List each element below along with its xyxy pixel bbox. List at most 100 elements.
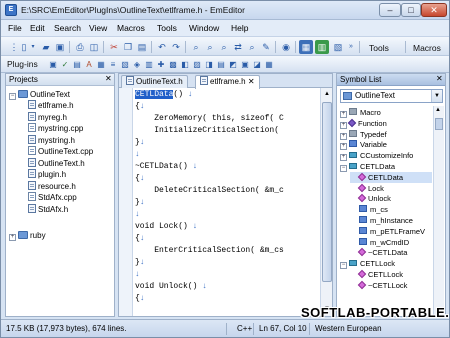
menu-macros[interactable]: Macros [117,23,145,33]
cut-icon[interactable]: ✂ [107,40,121,54]
symbol-scope-select[interactable]: OutlineText ▼ [340,89,443,103]
project-file-item[interactable]: mystring.cpp [28,123,83,134]
plugin-icon[interactable]: ✓ [59,58,71,71]
code-line[interactable]: InitializeCriticalSection( [135,125,320,137]
plugin-icon[interactable]: ▦ [263,58,275,71]
plugin-icon[interactable]: ✚ [155,58,167,71]
code-line[interactable]: void Lock() ↓ [135,221,320,233]
code-line[interactable]: DeleteCriticalSection( &m_c [135,185,320,197]
project-file-item[interactable]: resource.h [28,180,76,192]
scrollbar-thumb[interactable] [322,102,332,282]
symbol-item[interactable]: + Variable [340,139,432,151]
symbol-item[interactable]: +m_wCmdID [350,237,432,248]
code-line[interactable]: void Unlock() ↓ [135,281,320,293]
symbol-list-close-icon[interactable]: ✕ [436,74,443,83]
close-button[interactable]: ✕ [421,3,447,17]
plugin-icon[interactable]: ▤ [71,58,83,71]
menu-window[interactable]: Window [189,23,219,33]
symbol-item[interactable]: + Typedef [340,129,432,140]
project-file-item[interactable]: myreg.h [28,111,67,123]
encoding-status[interactable]: Western European [315,324,382,333]
title-bar[interactable]: E E:\SRC\EmEditor\PlugIns\OutlineText\et… [1,1,449,20]
project-file-item[interactable]: OutlineText.cpp [28,146,93,157]
collapse-icon[interactable]: − [9,93,16,100]
outline-toggle-icon[interactable]: ▥ [315,40,329,54]
project-file-item[interactable]: mystring.h [28,134,75,146]
code-line[interactable]: }↓ [135,137,320,149]
symbol-item[interactable]: +~CETLData [350,247,432,258]
symbol-item[interactable]: +m_hInstance [350,215,432,226]
code-line[interactable]: ↓ [135,269,320,281]
plugin-icon[interactable]: ◧ [179,58,191,71]
scrollbar-thumb[interactable] [435,118,443,130]
symbol-item[interactable]: +~CETLLock [350,280,432,291]
copy-icon[interactable]: ❐ [121,40,135,54]
scroll-up-icon[interactable]: ▲ [435,107,441,113]
plugin-icon[interactable]: ≡ [107,58,119,71]
plugin-icon[interactable]: ▨ [191,58,203,71]
open-folder-icon[interactable]: ▰ [39,40,53,54]
bookmark-icon[interactable]: ◉ [279,40,293,54]
collapse-icon[interactable]: − [340,262,347,270]
find-next-icon[interactable]: ⌕ [203,40,217,54]
code-line[interactable]: {↓ [135,101,320,113]
code-area[interactable]: CETLData() ↓ {↓ ZeroMemory( this, sizeof(… [135,89,320,315]
menu-tools[interactable]: Tools [157,23,177,33]
code-line[interactable]: }↓ [135,257,320,269]
toolbar-overflow-icon[interactable]: » [347,40,355,54]
find-in-files-icon[interactable]: ⌕ [245,40,259,54]
projects-close-icon[interactable]: ✕ [105,74,112,83]
code-line[interactable]: ~CETLData() ↓ [135,161,320,173]
symbol-item[interactable]: +Unlock [350,193,432,204]
minimize-button[interactable]: – [379,3,401,17]
code-line[interactable]: {↓ [135,173,320,185]
print-icon[interactable]: ⎙ [73,40,87,54]
project-root[interactable]: + ruby [9,230,46,241]
save-icon[interactable]: ▣ [53,40,67,54]
menu-search[interactable]: Search [54,23,81,33]
symbol-item[interactable]: +CETLData [350,171,432,183]
symbol-item[interactable]: +CETLLock [350,269,432,280]
plugin-icon[interactable]: ◨ [203,58,215,71]
project-root[interactable]: − OutlineText [9,89,70,100]
plugin-icon[interactable]: ▩ [167,58,179,71]
code-line[interactable]: CETLData() ↓ [135,89,320,101]
print-preview-icon[interactable]: ◫ [87,40,101,54]
plugin-icon[interactable]: ▤ [215,58,227,71]
new-dropdown-icon[interactable]: ▾ [29,40,37,54]
symbol-item[interactable]: − CETLLock [340,258,432,270]
code-line[interactable]: }↓ [135,197,320,209]
paste-icon[interactable]: ▤ [135,40,149,54]
code-line[interactable]: ZeroMemory( this, sizeof( C [135,113,320,125]
find-icon[interactable]: ⌕ [189,40,203,54]
tab-close-icon[interactable]: ✕ [248,77,255,86]
code-line[interactable]: ↓ [135,149,320,161]
symbol-item[interactable]: +Lock [350,183,432,194]
project-file-item[interactable]: StdAfx.cpp [28,192,77,203]
symbol-list-scrollbar[interactable]: ▲ [433,106,444,316]
chevron-down-icon[interactable]: ▼ [431,90,442,102]
plugin-icon[interactable]: ◩ [227,58,239,71]
symbol-item[interactable]: + Function [340,118,432,129]
plugin-icon[interactable]: ▥ [143,58,155,71]
wrap-toggle-icon[interactable]: ▦ [299,40,313,54]
plugin-icon[interactable]: ▦ [95,58,107,71]
maximize-button[interactable]: □ [401,3,421,17]
symbol-item[interactable]: − CETLData [340,161,432,172]
undo-icon[interactable]: ↶ [155,40,169,54]
symbol-item[interactable]: + Macro [340,107,432,118]
scroll-up-icon[interactable]: ▲ [322,89,332,99]
menu-view[interactable]: View [89,23,107,33]
highlight-icon[interactable]: ✎ [259,40,273,54]
tab-etlframe-h[interactable]: etlframe.h ✕ [195,75,260,89]
symbol-item[interactable]: + CCustomizeInfo [340,150,432,162]
symbol-item[interactable]: +m_pETLFrameV [350,226,432,237]
plugin-icon[interactable]: A [83,58,95,71]
plugin-icon[interactable]: ▧ [119,58,131,71]
project-file-item[interactable]: plugin.h [28,169,66,180]
collapse-icon[interactable]: − [340,165,347,172]
symbol-item[interactable]: +m_cs [350,204,432,215]
plugin-icon[interactable]: ◈ [131,58,143,71]
redo-icon[interactable]: ↷ [169,40,183,54]
code-line[interactable]: {↓ [135,293,320,305]
